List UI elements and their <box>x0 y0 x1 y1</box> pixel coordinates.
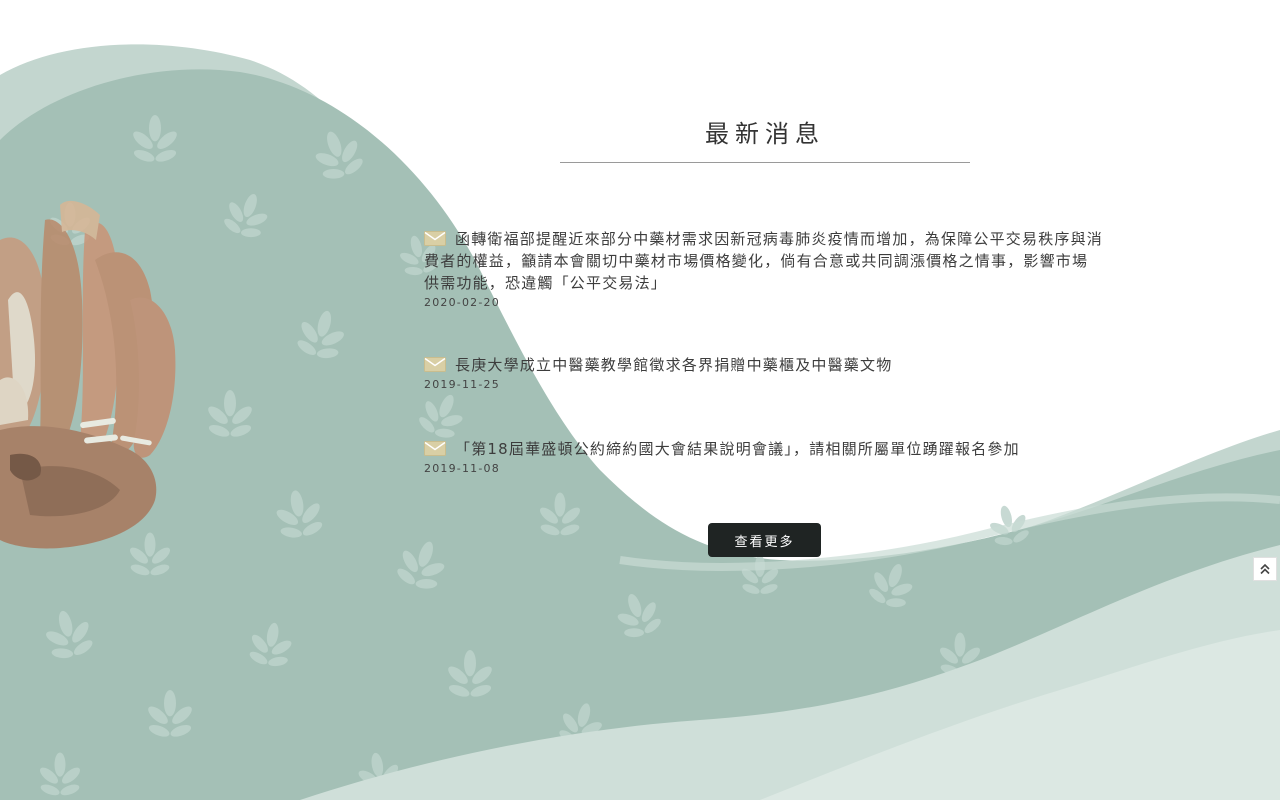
mail-icon <box>424 441 446 456</box>
news-headline: 「第18屆華盛頓公約締約國大會結果說明會議」，請相關所屬單位踴躍報名參加 <box>455 440 1020 458</box>
news-item[interactable]: 「第18屆華盛頓公約締約國大會結果說明會議」，請相關所屬單位踴躍報名參加 201… <box>424 438 1104 475</box>
double-chevron-up-icon <box>1260 563 1270 575</box>
section-title: 最新消息 <box>705 120 825 148</box>
title-divider <box>560 162 970 163</box>
news-headline: 函轉衛福部提醒近來部分中藥材需求因新冠病毒肺炎疫情而增加，為保障公平交易秩序與消… <box>424 230 1104 292</box>
news-item[interactable]: 函轉衛福部提醒近來部分中藥材需求因新冠病毒肺炎疫情而增加，為保障公平交易秩序與消… <box>424 228 1104 309</box>
news-item[interactable]: 長庚大學成立中醫藥教學館徵求各界捐贈中藥櫃及中醫藥文物 2019-11-25 <box>424 354 1104 391</box>
news-headline-link[interactable]: 函轉衛福部提醒近來部分中藥材需求因新冠病毒肺炎疫情而增加，為保障公平交易秩序與消… <box>424 228 1104 294</box>
mail-icon <box>424 357 446 372</box>
back-to-top-button[interactable] <box>1253 557 1277 581</box>
news-date: 2019-11-08 <box>424 462 500 475</box>
news-date: 2019-11-25 <box>424 378 500 391</box>
news-headline-link[interactable]: 「第18屆華盛頓公約締約國大會結果說明會議」，請相關所屬單位踴躍報名參加 <box>424 438 1104 460</box>
news-headline-link[interactable]: 長庚大學成立中醫藥教學館徵求各界捐贈中藥櫃及中醫藥文物 <box>424 354 1104 376</box>
view-more-button[interactable]: 查看更多 <box>708 523 821 557</box>
news-date: 2020-02-20 <box>424 296 500 309</box>
news-section: 最新消息 函轉衛福部提醒近來部分中藥材需求因新冠病毒肺炎疫情而增加，為保障公平交… <box>0 0 1280 800</box>
news-headline: 長庚大學成立中醫藥教學館徵求各界捐贈中藥櫃及中醫藥文物 <box>455 356 893 374</box>
mail-icon <box>424 231 446 246</box>
